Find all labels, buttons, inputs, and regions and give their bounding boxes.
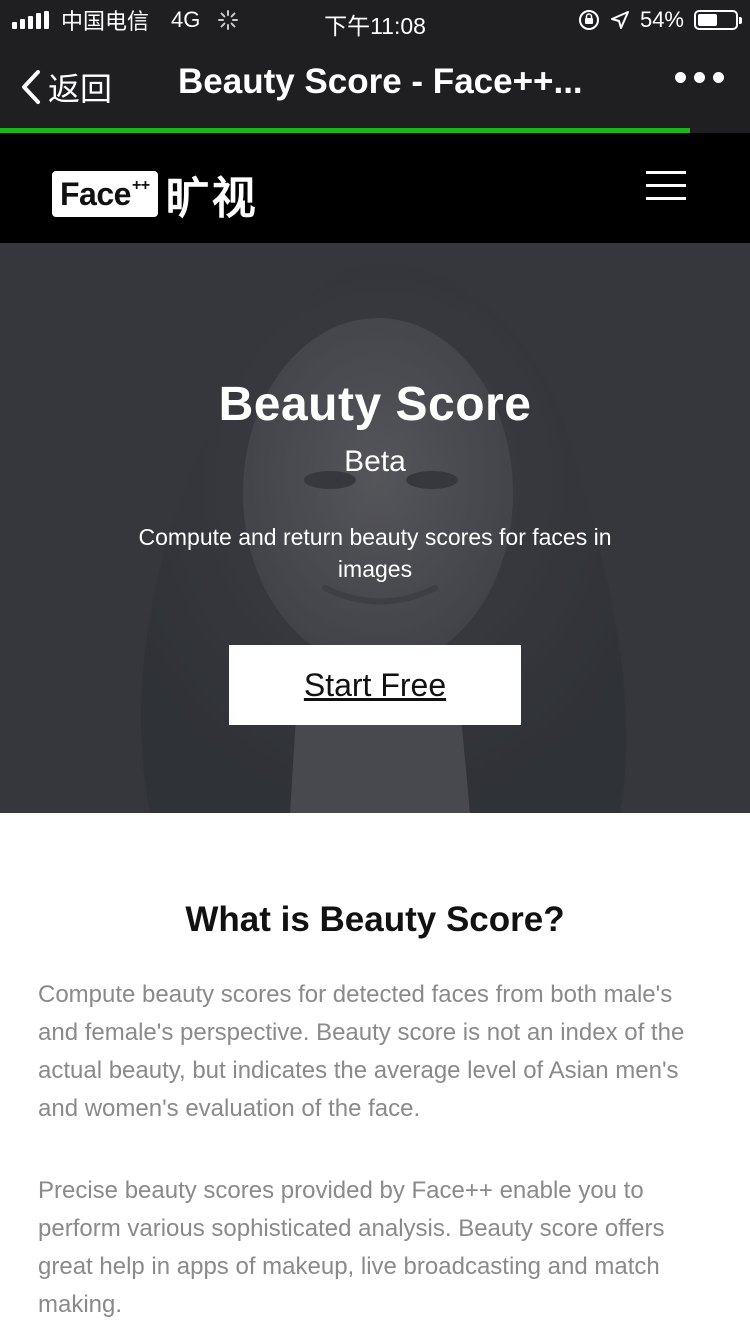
hero-subtitle: Beta [344,445,406,478]
logo-sup: ++ [131,177,150,194]
intro-paragraph: Compute beauty scores for detected faces… [38,981,685,1122]
chevron-left-icon [22,70,40,104]
more-options-icon[interactable] [675,72,724,83]
menu-icon[interactable] [646,171,686,201]
details-paragraph: Precise beauty scores provided by Face++… [38,1177,665,1318]
back-button[interactable]: 返回 [20,64,112,110]
back-label: 返回 [48,71,113,107]
facepp-logo[interactable]: Face ++ 旷视 [52,162,258,226]
battery-icon [694,10,742,30]
webview-nav-bar: 返回 Beauty Score - Face++... [0,40,750,128]
battery-percent: 54% [639,7,684,32]
hero-banner: Beauty Score Beta Compute and return bea… [0,243,750,813]
logo-cn-text: 旷视 [165,174,258,223]
section-heading: What is Beauty Score? [185,900,565,939]
logo-text: Face [60,175,131,212]
logo-badge: Face ++ [52,171,158,217]
hero-title: Beauty Score [218,378,532,431]
site-header: Face ++ 旷视 [0,133,750,243]
orientation-lock-icon [578,10,599,30]
location-arrow-icon [610,11,629,29]
status-bar: 中国电信 4G 下午11:08 54% [0,0,750,40]
hero-description: Compute and return beauty scores for fac… [138,524,612,582]
start-free-button[interactable]: Start Free [229,645,521,725]
page-title: Beauty Score - Face++... [178,62,583,101]
